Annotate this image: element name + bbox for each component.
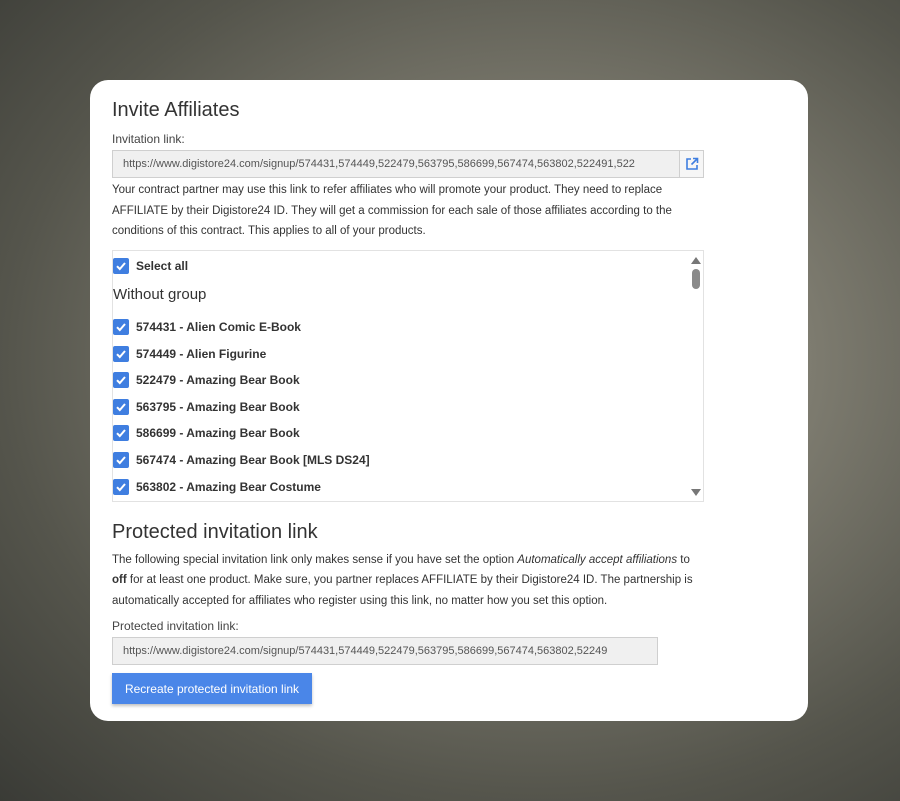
- invite-affiliates-card: Invite Affiliates Invitation link: https…: [90, 80, 808, 721]
- product-label: 563795 - Amazing Bear Book: [136, 399, 300, 414]
- protected-link-description: The following special invitation link on…: [112, 550, 706, 612]
- product-label: 574431 - Alien Comic E-Book: [136, 319, 301, 334]
- product-label: 567474 - Amazing Bear Book [MLS DS24]: [136, 452, 370, 467]
- select-all-label: Select all: [136, 258, 189, 273]
- protected-link-title: Protected invitation link: [112, 520, 318, 543]
- checkmark-icon: [116, 455, 126, 464]
- checkbox-checked[interactable]: [113, 424, 129, 441]
- option-name: Automatically accept affiliations: [517, 553, 678, 566]
- product-item[interactable]: 563802 - Amazing Bear Costume: [113, 478, 321, 495]
- product-label: 522479 - Amazing Bear Book: [136, 372, 300, 387]
- page-title: Invite Affiliates: [112, 99, 240, 121]
- checkbox-checked[interactable]: [113, 318, 129, 335]
- invitation-description: Your contract partner may use this link …: [112, 184, 672, 237]
- product-list-scrollbar[interactable]: [689, 251, 703, 501]
- product-item[interactable]: 574449 - Alien Figurine: [113, 345, 267, 362]
- product-label: 563802 - Amazing Bear Costume: [136, 479, 321, 494]
- group-title: Without group: [113, 285, 207, 303]
- protected-link-field[interactable]: https://www.digistore24.com/signup/57443…: [112, 637, 658, 665]
- checkbox-checked[interactable]: [113, 451, 129, 468]
- checkbox-checked[interactable]: [113, 478, 129, 495]
- invitation-link-row: https://www.digistore24.com/signup/57443…: [112, 150, 704, 178]
- product-item[interactable]: 563795 - Amazing Bear Book: [113, 398, 300, 415]
- checkmark-icon: [116, 375, 126, 384]
- desc-text: The following special invitation link on…: [112, 553, 518, 566]
- product-item[interactable]: 567474 - Amazing Bear Book [MLS DS24]: [113, 451, 370, 468]
- open-link-button[interactable]: [679, 150, 704, 178]
- invitation-link-label: Invitation link:: [112, 132, 185, 146]
- desc-text: for at least one product. Make sure, you…: [112, 574, 693, 607]
- product-item[interactable]: 522479 - Amazing Bear Book: [113, 371, 300, 388]
- scrollbar-thumb[interactable]: [692, 268, 700, 289]
- checkmark-icon: [116, 482, 126, 491]
- checkmark-icon: [116, 402, 126, 411]
- desc-text: to: [677, 553, 690, 566]
- protected-link-label: Protected invitation link:: [112, 619, 239, 633]
- scroll-down-arrow-icon[interactable]: [691, 488, 701, 496]
- checkmark-icon: [116, 322, 126, 331]
- product-label: 586699 - Amazing Bear Book: [136, 425, 300, 440]
- invitation-link-field[interactable]: https://www.digistore24.com/signup/57443…: [112, 150, 679, 178]
- product-label: 574449 - Alien Figurine: [136, 346, 267, 361]
- product-selection-box: Select all Without group 574431 - Alien …: [112, 249, 704, 502]
- checkbox-checked[interactable]: [113, 398, 129, 415]
- recreate-protected-link-button[interactable]: Recreate protected invitation link: [112, 673, 312, 704]
- product-item[interactable]: 586699 - Amazing Bear Book: [113, 424, 300, 441]
- checkbox-checked[interactable]: [113, 345, 129, 362]
- select-all-checkbox[interactable]: Select all: [113, 257, 189, 274]
- checkmark-icon: [116, 349, 126, 358]
- scroll-up-arrow-icon[interactable]: [691, 256, 701, 264]
- checkbox-checked[interactable]: [113, 257, 129, 274]
- external-link-icon: [685, 157, 698, 170]
- checkbox-checked[interactable]: [113, 371, 129, 388]
- checkmark-icon: [116, 261, 126, 270]
- checkmark-icon: [116, 428, 126, 437]
- off-emphasis: off: [112, 574, 127, 586]
- product-item[interactable]: 574431 - Alien Comic E-Book: [113, 318, 301, 335]
